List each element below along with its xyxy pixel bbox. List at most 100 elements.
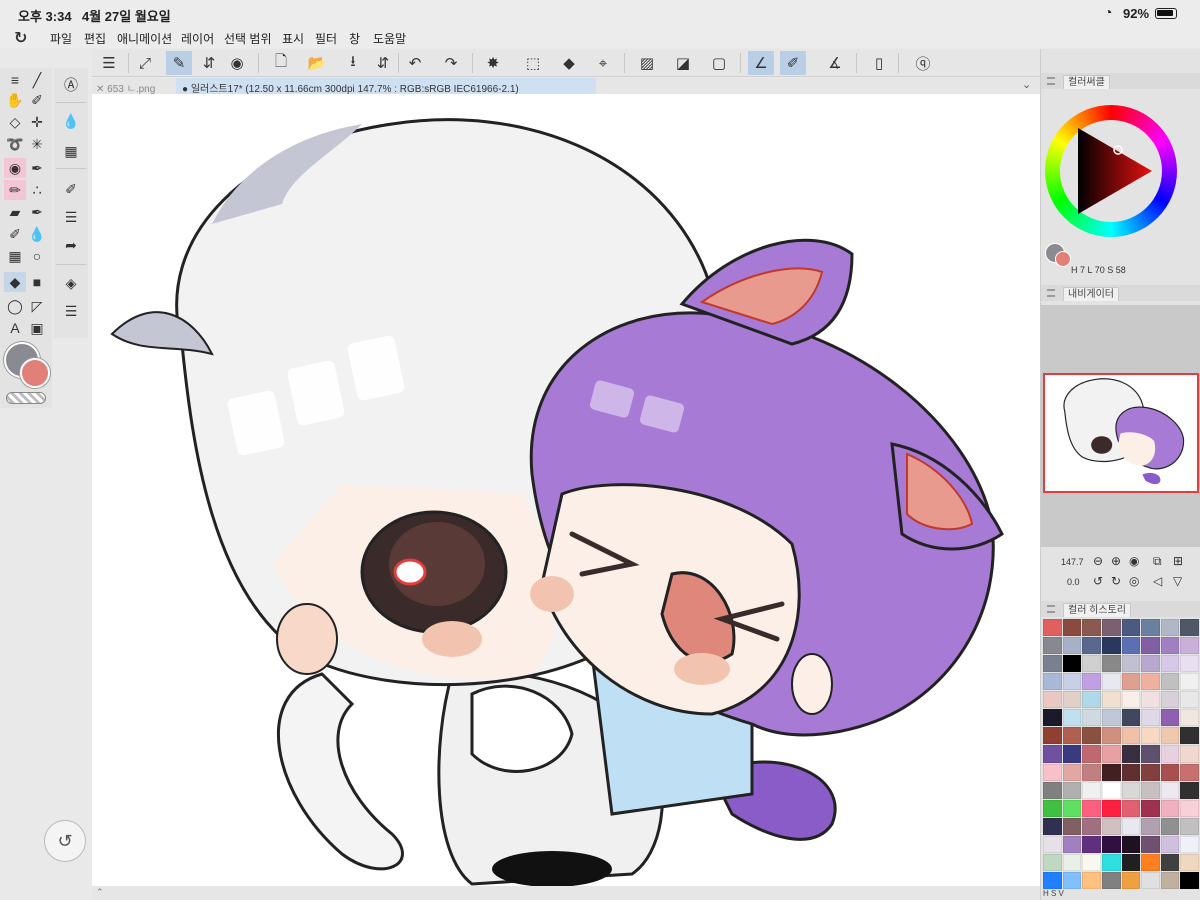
perspective-ruler-icon[interactable]: ∡ [822, 51, 848, 75]
color-history-swatch[interactable] [1062, 763, 1082, 781]
color-history-swatch[interactable] [1180, 655, 1199, 673]
rotate-canvas-icon[interactable]: ↺ [44, 820, 86, 862]
color-history-swatch[interactable] [1180, 619, 1199, 637]
color-history-swatch[interactable] [1141, 871, 1160, 889]
color-history-swatch[interactable] [1101, 781, 1121, 799]
color-history-swatch[interactable] [1121, 637, 1141, 655]
open-folder-icon[interactable]: 📂 [304, 51, 330, 75]
lasso-icon[interactable]: ➰ [4, 134, 26, 154]
tone-grid-icon[interactable]: ▦ [60, 140, 82, 162]
color-history-swatch[interactable] [1160, 853, 1180, 871]
color-history-swatch[interactable] [1082, 709, 1101, 727]
color-history-swatch[interactable] [1141, 655, 1160, 673]
color-history-swatch[interactable] [1101, 853, 1121, 871]
color-history-swatch[interactable] [1180, 709, 1199, 727]
color-history-swatch[interactable] [1082, 637, 1101, 655]
flip-horizontal-icon[interactable]: ◁ [1153, 574, 1162, 588]
color-history-swatch[interactable] [1121, 817, 1141, 835]
eyedropper-icon[interactable]: ✐ [4, 224, 26, 244]
fill-bucket-icon[interactable]: ◆ [556, 51, 582, 75]
color-history-swatch[interactable] [1180, 673, 1199, 691]
color-history-swatch[interactable] [1121, 673, 1141, 691]
color-history-swatch[interactable] [1160, 637, 1180, 655]
ruler-snap-icon[interactable]: ∠ [748, 51, 774, 75]
zoom-in-icon[interactable]: ⊕ [1111, 554, 1121, 568]
tab-active[interactable]: ● 일러스트17* (12.50 x 11.66cm 300dpi 147.7%… [176, 78, 596, 95]
navigator-tab[interactable]: 내비게이터 [1063, 287, 1119, 301]
drawing-canvas[interactable] [92, 94, 1040, 886]
color-history-swatch[interactable] [1141, 781, 1160, 799]
color-history-swatch[interactable] [1180, 853, 1199, 871]
menu-file[interactable]: 파일 [50, 30, 72, 47]
navigator-view[interactable] [1041, 305, 1200, 547]
color-history-swatch[interactable] [1043, 817, 1062, 835]
color-history-swatch[interactable] [1043, 673, 1062, 691]
color-circle-tab[interactable]: 컬러써클 [1063, 75, 1110, 89]
rotate-left-icon[interactable]: ↺ [1093, 574, 1103, 588]
marker-icon[interactable]: ✒ [26, 158, 48, 178]
color-history-swatch[interactable] [1101, 691, 1121, 709]
color-history-swatch[interactable] [1121, 745, 1141, 763]
color-history-swatch[interactable] [1043, 709, 1062, 727]
droplets-icon[interactable]: 💧 [60, 110, 82, 132]
color-history-swatch[interactable] [1160, 709, 1180, 727]
airbrush-icon[interactable]: ∴ [26, 180, 48, 200]
loading-spinner-icon[interactable]: ✸ [480, 51, 506, 75]
color-history-swatch[interactable] [1082, 619, 1101, 637]
reset-rotation-icon[interactable]: ◎ [1129, 574, 1139, 588]
color-history-swatch[interactable] [1043, 799, 1062, 817]
redo-icon[interactable]: ↷ [438, 51, 464, 75]
color-history-swatch[interactable] [1121, 871, 1141, 889]
color-history-swatch[interactable] [1101, 763, 1121, 781]
color-history-swatch[interactable] [1082, 727, 1101, 745]
color-history-swatch[interactable] [1062, 637, 1082, 655]
color-history-swatch[interactable] [1160, 763, 1180, 781]
color-history-swatch[interactable] [1121, 799, 1141, 817]
color-history-swatch[interactable] [1160, 799, 1180, 817]
color-history-swatch[interactable] [1160, 619, 1180, 637]
color-wheel[interactable] [1045, 105, 1177, 237]
color-history-swatch[interactable] [1062, 691, 1082, 709]
color-history-swatch[interactable] [1062, 745, 1082, 763]
color-history-swatch[interactable] [1062, 799, 1082, 817]
chevron-down-icon[interactable]: ⌄ [1022, 78, 1031, 91]
fit-icon[interactable]: ⧉ [1153, 554, 1162, 569]
color-history-swatch[interactable] [1082, 691, 1101, 709]
color-history-swatch[interactable] [1043, 727, 1062, 745]
chevron-up-icon[interactable]: ⌃ [96, 887, 104, 898]
color-history-swatch[interactable] [1082, 817, 1101, 835]
color-history-swatch[interactable] [1062, 817, 1082, 835]
layers-icon[interactable]: ☰ [60, 300, 82, 322]
color-history-swatch[interactable] [1082, 871, 1101, 889]
ruler-icon[interactable]: ◸ [26, 296, 48, 316]
grid-icon[interactable]: ▦ [4, 246, 26, 266]
color-history-swatch[interactable] [1160, 673, 1180, 691]
flip-vertical-icon[interactable]: ▽ [1173, 574, 1182, 588]
color-history-swatch[interactable] [1043, 853, 1062, 871]
mini-sub-color[interactable] [1055, 251, 1071, 267]
magic-wand-icon[interactable]: ✳ [26, 134, 48, 154]
balloon-icon[interactable]: ○ [26, 246, 48, 266]
color-history-swatch[interactable] [1101, 835, 1121, 853]
color-history-swatch[interactable] [1062, 781, 1082, 799]
color-history-swatch[interactable] [1141, 763, 1160, 781]
device-icon[interactable]: ▯ [866, 51, 892, 75]
color-history-swatch[interactable] [1160, 655, 1180, 673]
color-history-swatch[interactable] [1062, 673, 1082, 691]
fountain-pen-icon[interactable]: ✒ [26, 202, 48, 222]
color-history-swatch[interactable] [1141, 799, 1160, 817]
color-history-swatch[interactable] [1160, 691, 1180, 709]
color-history-swatch[interactable] [1141, 853, 1160, 871]
color-history-swatch[interactable] [1180, 763, 1199, 781]
gradient-selection-icon[interactable]: ◪ [670, 51, 696, 75]
transform-icon[interactable]: ⬚ [520, 51, 546, 75]
text-tool-icon[interactable]: A [4, 318, 26, 338]
hand-icon[interactable]: ✋ [4, 90, 26, 110]
color-history-swatch[interactable] [1141, 835, 1160, 853]
brush-icon[interactable]: ✐ [26, 90, 48, 110]
color-history-swatch[interactable] [1062, 853, 1082, 871]
menu-view[interactable]: 표시 [282, 30, 304, 47]
menu-filter[interactable]: 필터 [315, 30, 337, 47]
color-history-swatch[interactable] [1121, 655, 1141, 673]
brush-settings-icon[interactable]: ✐ [60, 178, 82, 200]
